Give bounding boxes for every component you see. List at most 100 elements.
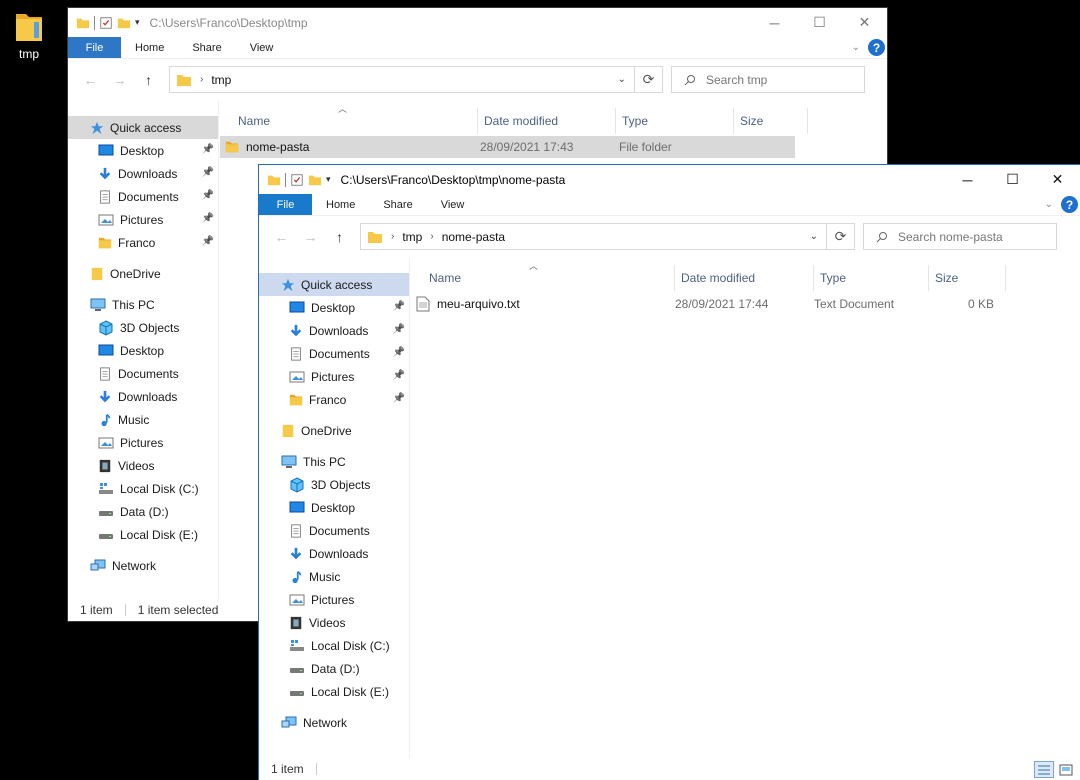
nav-item-music[interactable]: Music — [68, 408, 218, 431]
nav-item-3d-objects[interactable]: 3D Objects — [259, 473, 409, 496]
search-box[interactable]: Search nome-pasta — [863, 223, 1057, 250]
close-button[interactable]: ✕ — [842, 8, 887, 37]
nav-item-pictures[interactable]: Pictures 📌 — [259, 365, 409, 388]
tab-view[interactable]: View — [236, 37, 288, 58]
properties-icon[interactable] — [99, 16, 113, 30]
nav-item-documents[interactable]: Documents 📌 — [68, 185, 218, 208]
address-bar[interactable]: › tmp › nome-pasta ⌄ — [360, 223, 827, 250]
documents-icon — [98, 189, 112, 204]
nav-onedrive[interactable]: OneDrive — [259, 419, 409, 442]
nav-item-videos[interactable]: Videos — [68, 454, 218, 477]
up-button[interactable]: ↑ — [325, 229, 354, 245]
tab-file[interactable]: File — [259, 194, 312, 215]
nav-item-documents[interactable]: Documents 📌 — [259, 342, 409, 365]
nav-item-local-disk-c[interactable]: Local Disk (C:) — [68, 477, 218, 500]
expand-ribbon-chevron-icon[interactable]: ⌄ — [852, 42, 860, 53]
column-name[interactable]: Name — [220, 108, 478, 134]
close-button[interactable]: ✕ — [1035, 165, 1080, 194]
desktop-folder-tmp[interactable]: tmp — [8, 8, 50, 61]
nav-item-pictures[interactable]: Pictures 📌 — [68, 208, 218, 231]
nav-this-pc[interactable]: This PC — [68, 293, 218, 316]
details-view-icon[interactable] — [1034, 761, 1054, 778]
nav-item-data-d[interactable]: Data (D:) — [259, 657, 409, 680]
customize-toolbar-dropdown-icon[interactable]: ▾ — [135, 17, 140, 28]
nav-item-downloads[interactable]: Downloads 📌 — [259, 319, 409, 342]
navigation-bar: ← → ↑ › tmp › nome-pasta ⌄ ⟳ Search nome… — [259, 216, 1080, 257]
nav-item-desktop[interactable]: Desktop 📌 — [68, 139, 218, 162]
nav-item-desktop[interactable]: Desktop 📌 — [259, 296, 409, 319]
table-row[interactable]: meu-arquivo.txt 28/09/2021 17:44 Text Docu… — [411, 293, 1000, 315]
address-dropdown-icon[interactable]: ⌄ — [618, 74, 626, 85]
minimize-button[interactable]: ─ — [945, 165, 990, 194]
nav-item-3d-objects[interactable]: 3D Objects — [68, 316, 218, 339]
column-size[interactable]: Size — [929, 265, 1006, 291]
table-row[interactable]: nome-pasta 28/09/2021 17:43 File folder — [220, 136, 795, 158]
tab-home[interactable]: Home — [121, 37, 178, 58]
address-dropdown-icon[interactable]: ⌄ — [810, 231, 818, 242]
refresh-button[interactable]: ⟳ — [635, 66, 663, 93]
breadcrumb-nome-pasta[interactable]: nome-pasta — [442, 230, 505, 244]
tab-file[interactable]: File — [68, 37, 121, 58]
cell-date: 28/09/2021 17:43 — [480, 140, 574, 154]
properties-icon[interactable] — [290, 173, 304, 187]
nav-item-pictures[interactable]: Pictures — [68, 431, 218, 454]
new-folder-icon[interactable] — [308, 173, 322, 187]
nav-item-desktop[interactable]: Desktop — [68, 339, 218, 362]
help-icon[interactable]: ? — [868, 39, 885, 56]
customize-toolbar-dropdown-icon[interactable]: ▾ — [326, 174, 331, 185]
nav-item-downloads[interactable]: Downloads — [68, 385, 218, 408]
tab-home[interactable]: Home — [312, 194, 369, 215]
nav-item-franco[interactable]: Franco 📌 — [259, 388, 409, 411]
forward-button[interactable]: → — [296, 229, 325, 245]
nav-onedrive[interactable]: OneDrive — [68, 262, 218, 285]
nav-item-data-d[interactable]: Data (D:) — [68, 500, 218, 523]
folder-icon — [176, 72, 192, 88]
nav-item-documents[interactable]: Documents — [68, 362, 218, 385]
nav-item-videos[interactable]: Videos — [259, 611, 409, 634]
up-button[interactable]: ↑ — [134, 72, 163, 88]
address-bar[interactable]: › tmp ⌄ — [169, 66, 635, 93]
pin-icon: 📌 — [392, 301, 405, 312]
nav-item-local-disk-c[interactable]: Local Disk (C:) — [259, 634, 409, 657]
tab-view[interactable]: View — [427, 194, 479, 215]
star-icon — [281, 278, 295, 292]
nav-quick-access[interactable]: Quick access — [68, 116, 218, 139]
column-type[interactable]: Type — [616, 108, 734, 134]
minimize-button[interactable]: ─ — [752, 8, 797, 37]
column-type[interactable]: Type — [814, 265, 929, 291]
nav-item-local-disk-e[interactable]: Local Disk (E:) — [259, 680, 409, 703]
nav-label: Franco — [118, 235, 156, 250]
nav-item-franco[interactable]: Franco 📌 — [68, 231, 218, 254]
refresh-button[interactable]: ⟳ — [827, 223, 855, 250]
maximize-button[interactable]: ☐ — [797, 8, 842, 37]
nav-network[interactable]: Network — [68, 554, 218, 577]
column-name[interactable]: Name — [411, 265, 675, 291]
column-date-modified[interactable]: Date modified — [675, 265, 814, 291]
nav-network[interactable]: Network — [259, 711, 409, 734]
nav-item-music[interactable]: Music — [259, 565, 409, 588]
nav-item-documents[interactable]: Documents — [259, 519, 409, 542]
new-folder-icon[interactable] — [117, 16, 131, 30]
help-icon[interactable]: ? — [1061, 196, 1078, 213]
column-size[interactable]: Size — [734, 108, 808, 134]
nav-item-desktop[interactable]: Desktop — [259, 496, 409, 519]
expand-ribbon-chevron-icon[interactable]: ⌄ — [1045, 199, 1053, 210]
nav-item-pictures[interactable]: Pictures — [259, 588, 409, 611]
breadcrumb-tmp[interactable]: tmp — [402, 230, 422, 244]
nav-this-pc[interactable]: This PC — [259, 450, 409, 473]
tab-share[interactable]: Share — [178, 37, 235, 58]
column-date-modified[interactable]: Date modified — [478, 108, 616, 134]
nav-quick-access[interactable]: Quick access — [259, 273, 409, 296]
this-pc-list: 3D Objects Desktop Documents Downloads Music… — [68, 316, 218, 546]
large-icons-view-icon[interactable] — [1056, 761, 1076, 778]
back-button[interactable]: ← — [267, 229, 296, 245]
tab-share[interactable]: Share — [369, 194, 426, 215]
nav-item-local-disk-e[interactable]: Local Disk (E:) — [68, 523, 218, 546]
nav-item-downloads[interactable]: Downloads — [259, 542, 409, 565]
forward-button[interactable]: → — [105, 72, 134, 88]
maximize-button[interactable]: ☐ — [990, 165, 1035, 194]
search-box[interactable]: Search tmp — [671, 66, 865, 93]
breadcrumb-tmp[interactable]: tmp — [211, 73, 231, 87]
nav-item-downloads[interactable]: Downloads 📌 — [68, 162, 218, 185]
back-button[interactable]: ← — [76, 72, 105, 88]
